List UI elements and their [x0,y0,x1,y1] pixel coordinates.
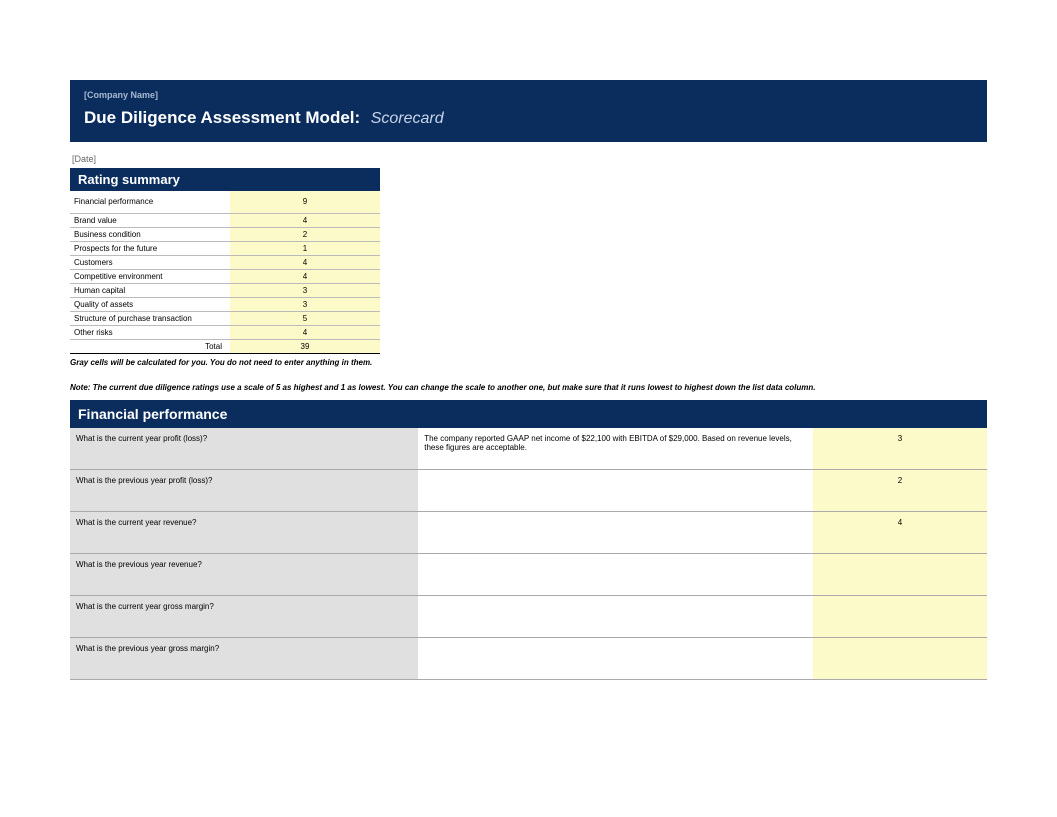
answer-cell[interactable] [418,470,813,512]
rating-cell[interactable] [813,638,987,680]
answer-cell[interactable] [418,596,813,638]
rating-value[interactable]: 2 [230,227,380,241]
rating-value[interactable]: 3 [230,297,380,311]
rating-label: Brand value [70,213,230,227]
header-banner: [Company Name] Due Diligence Assessment … [70,80,987,142]
table-row: Quality of assets 3 [70,297,380,311]
table-row: What is the current year profit (loss)? … [70,428,987,470]
table-row: Business condition 2 [70,227,380,241]
rating-summary-header: Rating summary [70,168,380,191]
question-cell: What is the previous year profit (loss)? [70,470,418,512]
rating-cell[interactable]: 4 [813,512,987,554]
rating-value[interactable]: 4 [230,213,380,227]
rating-label: Business condition [70,227,230,241]
table-row: Competitive environment 4 [70,269,380,283]
answer-cell[interactable] [418,638,813,680]
rating-cell[interactable] [813,596,987,638]
rating-value[interactable]: 5 [230,311,380,325]
rating-cell[interactable]: 3 [813,428,987,470]
question-cell: What is the previous year revenue? [70,554,418,596]
table-row: What is the previous year profit (loss)?… [70,470,987,512]
gray-cells-note: Gray cells will be calculated for you. Y… [70,358,987,367]
rating-value[interactable]: 4 [230,325,380,339]
rating-label: Structure of purchase transaction [70,311,230,325]
rating-value[interactable]: 9 [230,191,380,213]
rating-summary-table: Financial performance 9 Brand value 4 Bu… [70,191,380,354]
company-name: [Company Name] [84,90,973,100]
financial-performance-header: Financial performance [70,400,987,428]
financial-performance-table: What is the current year profit (loss)? … [70,428,987,681]
rating-cell[interactable]: 2 [813,470,987,512]
answer-cell[interactable] [418,554,813,596]
rating-value[interactable]: 4 [230,269,380,283]
rating-cell[interactable] [813,554,987,596]
rating-value[interactable]: 4 [230,255,380,269]
table-row: Financial performance 9 [70,191,380,213]
rating-summary-block: Rating summary Financial performance 9 B… [70,168,380,354]
table-row: What is the current year gross margin? [70,596,987,638]
date-placeholder: [Date] [72,154,987,164]
rating-value[interactable]: 3 [230,283,380,297]
table-row: Human capital 3 [70,283,380,297]
total-row: Total 39 [70,339,380,353]
total-value: 39 [230,339,380,353]
main-title: Due Diligence Assessment Model: [84,108,360,127]
table-row: What is the current year revenue? 4 [70,512,987,554]
table-row: What is the previous year gross margin? [70,638,987,680]
rating-label: Competitive environment [70,269,230,283]
rating-value[interactable]: 1 [230,241,380,255]
rating-label: Prospects for the future [70,241,230,255]
subtitle: Scorecard [371,110,444,127]
question-cell: What is the current year gross margin? [70,596,418,638]
rating-label: Other risks [70,325,230,339]
question-cell: What is the current year profit (loss)? [70,428,418,470]
question-cell: What is the previous year gross margin? [70,638,418,680]
table-row: Prospects for the future 1 [70,241,380,255]
table-row: Structure of purchase transaction 5 [70,311,380,325]
rating-label: Customers [70,255,230,269]
table-row: Customers 4 [70,255,380,269]
total-label: Total [70,339,230,353]
scale-note: Note: The current due diligence ratings … [70,383,987,392]
rating-label: Financial performance [70,191,230,213]
table-row: Brand value 4 [70,213,380,227]
table-row: What is the previous year revenue? [70,554,987,596]
question-cell: What is the current year revenue? [70,512,418,554]
table-row: Other risks 4 [70,325,380,339]
rating-label: Quality of assets [70,297,230,311]
rating-label: Human capital [70,283,230,297]
answer-cell[interactable] [418,512,813,554]
answer-cell[interactable]: The company reported GAAP net income of … [418,428,813,470]
